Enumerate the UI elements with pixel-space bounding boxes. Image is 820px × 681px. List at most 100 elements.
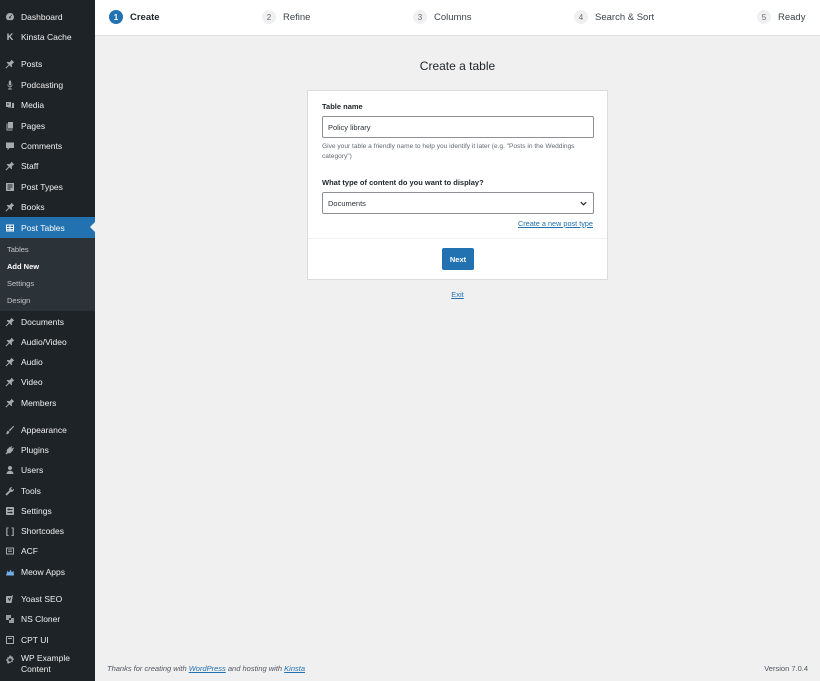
sidebar-item-label: NS Cloner	[21, 614, 61, 624]
pin-icon	[5, 377, 15, 387]
sidebar-item-podcasting[interactable]: Podcasting	[0, 75, 95, 95]
chevron-down-icon	[580, 201, 587, 206]
cloner-icon	[5, 614, 15, 624]
create-post-type-link[interactable]: Create a new post type	[518, 219, 593, 228]
step-number: 3	[413, 10, 427, 24]
kinsta-icon: K	[6, 32, 14, 42]
submenu-item-settings[interactable]: Settings	[7, 279, 34, 288]
user-icon	[5, 465, 15, 475]
sidebar-item-label: Kinsta Cache	[21, 32, 72, 42]
sidebar-item-audio[interactable]: Audio	[0, 352, 95, 372]
step-label: Columns	[434, 11, 472, 23]
sidebar-item-label: Shortcodes	[21, 526, 64, 536]
sidebar-item-post-tables[interactable]: Post Tables	[0, 217, 95, 238]
sidebar-item-pages[interactable]: Pages	[0, 116, 95, 136]
step-create[interactable]: 1 Create	[109, 10, 160, 24]
shortcode-icon: [ ]	[5, 526, 15, 536]
sidebar-item-label: Audio	[21, 357, 43, 367]
sidebar-item-ns-cloner[interactable]: NS Cloner	[0, 609, 95, 629]
sidebar-item-books[interactable]: Books	[0, 197, 95, 217]
card-divider	[308, 238, 607, 239]
sidebar-item-kinsta-cache[interactable]: K Kinsta Cache	[0, 27, 95, 47]
step-label: Search & Sort	[595, 11, 655, 23]
wordpress-link[interactable]: WordPress	[189, 664, 226, 673]
sidebar-item-plugins[interactable]: Plugins	[0, 440, 95, 460]
brush-icon	[5, 425, 15, 435]
pin-icon	[5, 202, 15, 212]
sidebar-item-media[interactable]: Media	[0, 95, 95, 115]
sidebar-item-settings[interactable]: Settings	[0, 501, 95, 521]
sidebar-item-label: Documents	[21, 317, 64, 327]
sidebar-item-label: ACF	[21, 546, 38, 556]
sidebar-item-appearance[interactable]: Appearance	[0, 420, 95, 440]
table-name-input[interactable]	[322, 116, 594, 138]
create-table-card: Table name Give your table a friendly na…	[307, 90, 608, 280]
page-title: Create a table	[419, 59, 496, 73]
footer-text: Thanks for creating with	[107, 664, 189, 673]
sidebar-item-label: Members	[21, 398, 57, 408]
admin-sidebar: Dashboard K Kinsta Cache Posts Podcastin…	[0, 0, 95, 681]
sidebar-item-label: Users	[21, 465, 44, 475]
media-icon	[5, 100, 15, 110]
step-label: Create	[130, 11, 160, 23]
pin-icon	[5, 161, 15, 171]
sidebar-item-staff[interactable]: Staff	[0, 156, 95, 176]
meow-icon	[5, 567, 15, 577]
exit-link[interactable]: Exit	[95, 290, 820, 299]
sidebar-item-shortcodes[interactable]: [ ] Shortcodes	[0, 521, 95, 541]
sidebar-item-post-types[interactable]: Post Types	[0, 177, 95, 197]
sidebar-item-users[interactable]: Users	[0, 460, 95, 480]
submenu-item-tables[interactable]: Tables	[7, 245, 29, 254]
sidebar-item-members[interactable]: Members	[0, 393, 95, 413]
sidebar-item-dashboard[interactable]: Dashboard	[0, 7, 95, 27]
sidebar-item-video[interactable]: Video	[0, 372, 95, 392]
pin-icon	[5, 59, 15, 69]
sidebar-item-label: WP Example	[21, 653, 70, 663]
sidebar-item-documents[interactable]: Documents	[0, 312, 95, 332]
sidebar-item-label: Audio/Video	[21, 337, 67, 347]
step-number: 5	[757, 10, 771, 24]
sidebar-item-label: Pages	[21, 121, 46, 131]
gear-icon	[5, 655, 15, 665]
plugin-icon	[5, 445, 15, 455]
sidebar-item-cpt-ui[interactable]: CPT UI	[0, 630, 95, 650]
sidebar-item-label: CPT UI	[21, 635, 49, 645]
sidebar-item-label: Yoast SEO	[21, 594, 63, 604]
pin-icon	[5, 398, 15, 408]
version-text: Version 7.0.4	[764, 664, 808, 673]
sidebar-item-label: Dashboard	[21, 12, 63, 22]
step-refine[interactable]: 2 Refine	[262, 10, 310, 24]
sidebar-item-comments[interactable]: Comments	[0, 136, 95, 156]
step-columns[interactable]: 3 Columns	[413, 10, 472, 24]
content-type-selected-value: Documents	[328, 198, 366, 208]
sidebar-item-label-line2: Content	[21, 664, 51, 674]
sidebar-item-posts[interactable]: Posts	[0, 54, 95, 74]
wizard-steps: 1 Create 2 Refine 3 Columns 4 Search & S…	[95, 0, 820, 36]
next-button[interactable]: Next	[442, 248, 474, 270]
cpt-icon	[5, 635, 15, 645]
table-name-help-text: Give your table a friendly name to help …	[322, 143, 575, 160]
sidebar-item-wp-example-content[interactable]: WP Example Content	[0, 653, 95, 677]
submenu-item-add-new[interactable]: Add New	[7, 262, 39, 271]
step-search-sort[interactable]: 4 Search & Sort	[574, 10, 654, 24]
step-ready[interactable]: 5 Ready	[757, 10, 805, 24]
footer-credits: Thanks for creating with WordPress and h…	[107, 664, 305, 673]
sidebar-item-label: Tools	[21, 486, 41, 496]
sidebar-item-meow-apps[interactable]: Meow Apps	[0, 562, 95, 582]
content-type-select[interactable]: Documents	[322, 192, 594, 214]
pages-icon	[5, 121, 15, 131]
sidebar-item-tools[interactable]: Tools	[0, 481, 95, 501]
sidebar-item-yoast-seo[interactable]: Yoast SEO	[0, 589, 95, 609]
post-types-icon	[5, 182, 15, 192]
content-type-label: What type of content do you want to disp…	[322, 178, 484, 187]
sidebar-item-label: Video	[21, 377, 43, 387]
kinsta-link[interactable]: Kinsta	[284, 664, 305, 673]
sidebar-item-label: Post Tables	[21, 222, 65, 233]
step-label: Ready	[778, 11, 806, 23]
wrench-icon	[5, 486, 15, 496]
sidebar-item-label: Staff	[21, 161, 39, 171]
submenu-item-design[interactable]: Design	[7, 296, 30, 305]
sidebar-item-acf[interactable]: ACF	[0, 541, 95, 561]
sidebar-item-audio-video[interactable]: Audio/Video	[0, 332, 95, 352]
pin-icon	[5, 357, 15, 367]
